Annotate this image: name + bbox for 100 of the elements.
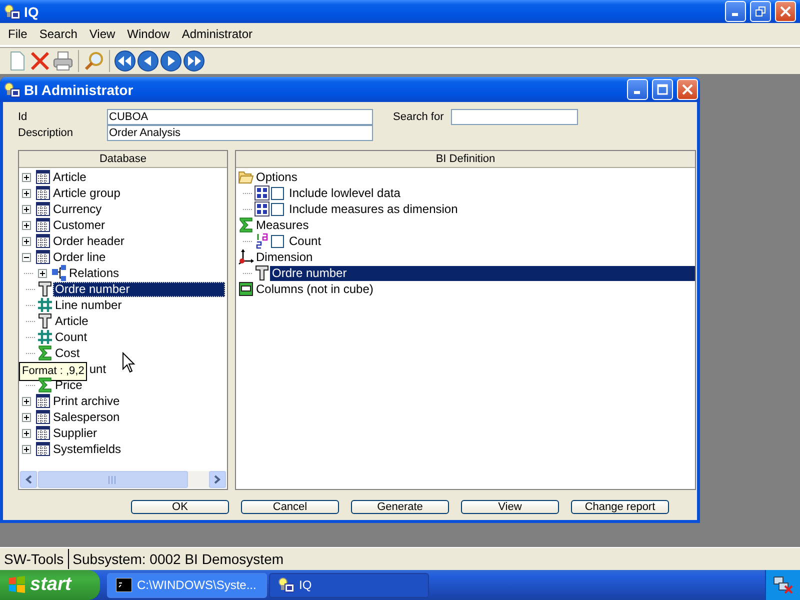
folder-icon <box>238 169 254 185</box>
dialog-button[interactable]: View <box>461 500 559 514</box>
first-icon[interactable] <box>114 50 136 72</box>
menu-item[interactable]: View <box>83 27 122 41</box>
mouse-cursor-icon <box>122 352 136 374</box>
windows-flag-icon <box>8 576 26 594</box>
status-text: SW-Tools <box>0 549 69 569</box>
menu-item[interactable]: Window <box>121 27 176 41</box>
scroll-right-icon[interactable] <box>209 471 226 488</box>
collapse-icon[interactable] <box>22 252 31 262</box>
tree-item[interactable]: Currency <box>51 202 104 216</box>
field-label: Description <box>18 126 74 141</box>
expand-icon[interactable] <box>22 444 31 454</box>
hash-icon <box>37 297 53 313</box>
column-header: BI Definition <box>236 151 695 168</box>
scroll-left-icon[interactable] <box>20 471 37 488</box>
checkbox[interactable] <box>271 202 284 216</box>
hash-icon <box>37 329 53 345</box>
dialog-button[interactable]: OK <box>131 500 229 514</box>
tree-item[interactable]: Print archive <box>51 394 122 408</box>
on-off-icon <box>254 185 270 201</box>
dialog-button[interactable]: Change report <box>571 500 669 514</box>
tree-item[interactable]: Measures <box>254 218 311 232</box>
table-icon <box>35 249 51 265</box>
tree-item[interactable]: Article group <box>51 186 122 200</box>
previous-icon[interactable] <box>137 50 159 72</box>
table-icon <box>35 217 51 233</box>
expand-icon[interactable] <box>22 396 31 406</box>
axes-icon <box>238 249 254 265</box>
menu-item[interactable]: Search <box>33 27 84 41</box>
column-header: Database <box>19 151 227 168</box>
input-field[interactable]: CUBOA <box>107 109 373 125</box>
tree-item[interactable]: Cost <box>53 346 82 360</box>
dialog-button[interactable]: Generate <box>351 500 449 514</box>
table-icon <box>35 185 51 201</box>
search-icon[interactable] <box>83 50 105 72</box>
tree-item[interactable]: Customer <box>51 218 108 232</box>
tree-item[interactable]: Ordre number <box>53 282 225 296</box>
window-title: IQ <box>24 4 40 20</box>
expand-icon[interactable] <box>22 188 31 198</box>
tree-item[interactable]: Supplier <box>51 426 100 440</box>
minimize-icon[interactable] <box>627 79 648 100</box>
sigma-icon <box>37 345 53 361</box>
tree-item[interactable]: Article <box>51 170 88 184</box>
table-icon <box>35 233 51 249</box>
close-icon[interactable] <box>775 1 796 22</box>
horizontal-scrollbar[interactable] <box>20 471 226 488</box>
expand-icon[interactable] <box>22 412 31 422</box>
console-icon <box>116 578 132 592</box>
text-type-icon <box>254 265 270 281</box>
tree-item[interactable]: Price <box>53 378 84 392</box>
minimize-icon[interactable] <box>725 1 746 22</box>
table-icon <box>35 425 51 441</box>
numbers-icon <box>254 233 270 249</box>
tree-item[interactable]: unt <box>87 362 108 376</box>
hierarchy-icon <box>51 265 67 281</box>
field-label: Search for <box>393 110 444 125</box>
input-field[interactable]: Order Analysis <box>107 125 373 141</box>
taskbar-button[interactable]: IQ <box>269 572 429 598</box>
dialog-button[interactable]: Cancel <box>241 500 339 514</box>
delete-icon[interactable] <box>29 50 51 72</box>
menu-item[interactable]: Administrator <box>176 27 259 41</box>
tree-item[interactable]: Include lowlevel data <box>287 186 402 200</box>
expand-icon[interactable] <box>22 428 31 438</box>
search-field[interactable] <box>450 109 578 125</box>
tree-item[interactable]: Count <box>287 234 324 248</box>
checkbox[interactable] <box>271 234 284 248</box>
scroll-thumb[interactable] <box>38 471 188 488</box>
tree-item[interactable]: Include measures as dimension <box>287 202 460 216</box>
next-icon[interactable] <box>160 50 182 72</box>
tree-item[interactable]: Article <box>53 314 90 328</box>
expand-icon[interactable] <box>22 220 31 230</box>
tree-item[interactable]: Options <box>254 170 300 184</box>
tree-item[interactable]: Count <box>53 330 90 344</box>
tree-item[interactable]: Ordre number <box>270 266 695 280</box>
expand-icon[interactable] <box>38 268 47 278</box>
tree-item[interactable]: Relations <box>67 266 122 280</box>
network-icon[interactable] <box>773 576 793 594</box>
status-text: Subsystem: 0002 BI Demosystem <box>72 550 285 569</box>
close-icon[interactable] <box>677 79 698 100</box>
on-off-icon <box>254 201 270 217</box>
menu-item[interactable]: File <box>2 27 34 41</box>
printer-icon[interactable] <box>52 50 74 72</box>
expand-icon[interactable] <box>22 172 31 182</box>
tree-item[interactable]: Systemfields <box>51 442 124 456</box>
tree-item[interactable]: Salesperson <box>51 410 122 424</box>
app-icon <box>4 4 20 20</box>
table-icon <box>35 169 51 185</box>
maximize-icon[interactable] <box>652 79 673 100</box>
tree-item[interactable]: Order header <box>51 234 126 248</box>
expand-icon[interactable] <box>22 236 31 246</box>
tree-item[interactable]: Order line <box>51 250 108 264</box>
last-icon[interactable] <box>183 50 205 72</box>
tree-item[interactable]: Line number <box>53 298 124 312</box>
checkbox[interactable] <box>271 186 284 200</box>
tree-item[interactable]: Dimension <box>254 250 315 264</box>
restore-icon[interactable] <box>750 1 771 22</box>
expand-icon[interactable] <box>22 204 31 214</box>
tree-item[interactable]: Columns (not in cube) <box>254 282 376 296</box>
taskbar-button[interactable]: C:\WINDOWS\Syste... <box>107 572 267 598</box>
